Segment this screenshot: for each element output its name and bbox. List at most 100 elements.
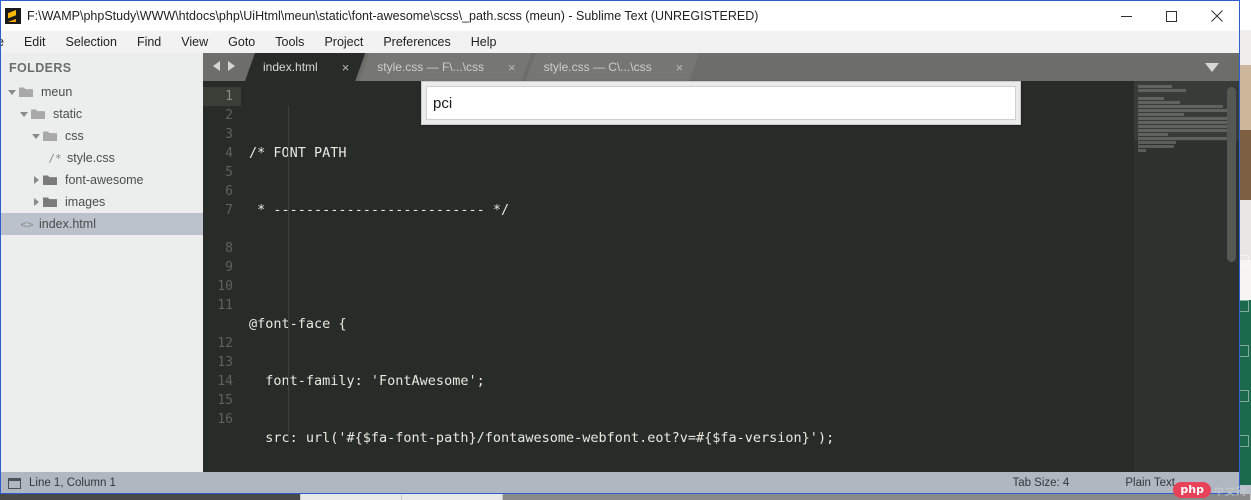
menu-help[interactable]: Help [461,33,507,51]
chevron-down-icon[interactable] [29,132,43,140]
sidebar-item-label: style.css [67,151,115,165]
sidebar-item-label: images [65,195,106,209]
workspace: FOLDERS meun static css /* style.css fon… [1,53,1239,472]
line-number: 4 [225,146,233,161]
line-number: 2 [225,108,233,123]
quick-open-panel[interactable] [421,81,1021,125]
line-number: 15 [217,393,233,408]
menu-selection[interactable]: Selection [56,33,127,51]
line-number: 3 [225,127,233,142]
folder-open-icon [43,130,63,142]
line-number: 8 [225,241,233,256]
tab-style-css-f[interactable]: style.css — F\...\css × [359,53,531,81]
menu-file[interactable]: e [1,33,14,51]
tab-prev-icon[interactable] [213,58,222,76]
menu-project[interactable]: Project [314,33,373,51]
tab-navigation [203,53,245,81]
title-bar: F:\WAMP\phpStudy\WWW\htdocs\php\UiHtml\m… [1,1,1239,31]
chevron-down-icon[interactable] [1201,53,1223,81]
code-editor[interactable]: 1 2 3 4 5 6 7 8 9 10 11 12 13 14 15 16 /… [203,81,1239,472]
taskbar-sliver [0,494,1251,500]
menu-bar: e Edit Selection Find View Goto Tools Pr… [1,31,1239,53]
folder-open-icon [31,108,51,120]
menu-edit[interactable]: Edit [14,33,56,51]
line-number: 6 [225,184,233,199]
maximize-button[interactable] [1149,1,1194,31]
line-number: 12 [217,336,233,351]
line-number: 5 [225,165,233,180]
tab-index-html[interactable]: index.html × [245,53,365,81]
sidebar-item-label: css [65,129,84,143]
sidebar-item-style-css[interactable]: /* style.css [1,147,203,169]
vertical-scrollbar[interactable] [1227,87,1236,262]
line-number: 10 [217,279,233,294]
sublime-text-icon [5,8,21,24]
chevron-down-icon[interactable] [5,88,19,96]
folder-closed-icon [43,196,63,208]
close-icon[interactable]: × [508,60,516,75]
editor-pane: index.html × style.css — F\...\css × sty… [203,53,1239,472]
chevron-right-icon[interactable] [29,176,43,184]
sidebar-toggle-icon[interactable] [8,477,21,489]
cursor-position: Line 1, Column 1 [29,477,116,489]
html-file-icon: <> [20,217,34,231]
line-number: 1 [203,87,241,106]
line-number: 7 [225,203,233,218]
line-number [203,220,233,239]
tab-style-css-c[interactable]: style.css — C\...\css × [526,53,700,81]
minimize-button[interactable] [1104,1,1149,31]
folder-open-icon [19,86,39,98]
line-number-gutter: 1 2 3 4 5 6 7 8 9 10 11 12 13 14 15 16 [203,81,241,472]
sidebar-item-label: index.html [39,217,96,231]
sidebar-item-static[interactable]: static [1,103,203,125]
window-title: F:\WAMP\phpStudy\WWW\htdocs\php\UiHtml\m… [27,9,759,23]
tab-size-indicator[interactable]: Tab Size: 4 [1012,477,1069,489]
side-bar: FOLDERS meun static css /* style.css fon… [1,53,203,472]
css-file-icon: /* [48,151,62,165]
line-number: 9 [225,260,233,275]
line-number [203,315,233,334]
sidebar-item-font-awesome[interactable]: font-awesome [1,169,203,191]
tab-next-icon[interactable] [226,58,235,76]
sidebar-item-label: font-awesome [65,173,144,187]
code-line: /* FONT PATH [249,145,347,161]
sidebar-item-meun[interactable]: meun [1,81,203,103]
close-icon[interactable]: × [676,60,684,75]
sidebar-item-label: meun [41,85,73,99]
code-line: @font-face { [249,316,347,332]
indent-guide [288,106,289,439]
code-text[interactable]: /* FONT PATH * -------------------------… [241,81,1134,472]
folder-closed-icon [43,174,63,186]
tab-label: index.html [263,60,318,74]
code-line: src: url('#{$fa-font-path}/fontawesome-w… [249,430,835,446]
sidebar-item-images[interactable]: images [1,191,203,213]
line-number: 13 [217,355,233,370]
sidebar-item-css[interactable]: css [1,125,203,147]
menu-goto[interactable]: Goto [218,33,265,51]
line-number: 16 [217,412,233,427]
line-number: 14 [217,374,233,389]
sidebar-item-label: static [53,107,83,121]
code-line: * -------------------------- */ [249,202,510,218]
quick-open-input[interactable] [426,86,1016,120]
menu-view[interactable]: View [171,33,218,51]
menu-tools[interactable]: Tools [265,33,314,51]
code-line: font-family: 'FontAwesome'; [249,373,485,389]
close-button[interactable] [1194,1,1239,31]
chevron-right-icon[interactable] [29,198,43,206]
folders-heading: FOLDERS [9,61,72,75]
minimap[interactable] [1134,81,1239,472]
close-icon[interactable]: × [342,60,350,75]
menu-find[interactable]: Find [127,33,171,51]
sidebar-item-index-html[interactable]: <> index.html [1,213,203,235]
sublime-text-window: F:\WAMP\phpStudy\WWW\htdocs\php\UiHtml\m… [0,0,1240,494]
syntax-indicator[interactable]: Plain Text [1125,477,1175,489]
tab-label: style.css — C\...\css [543,60,652,74]
menu-preferences[interactable]: Preferences [373,33,460,51]
line-number: 11 [217,298,233,313]
chevron-down-icon[interactable] [17,110,31,118]
status-bar: Line 1, Column 1 Tab Size: 4 Plain Text [1,472,1239,493]
window-controls [1104,1,1239,31]
tab-label: style.css — F\...\css [377,60,484,74]
